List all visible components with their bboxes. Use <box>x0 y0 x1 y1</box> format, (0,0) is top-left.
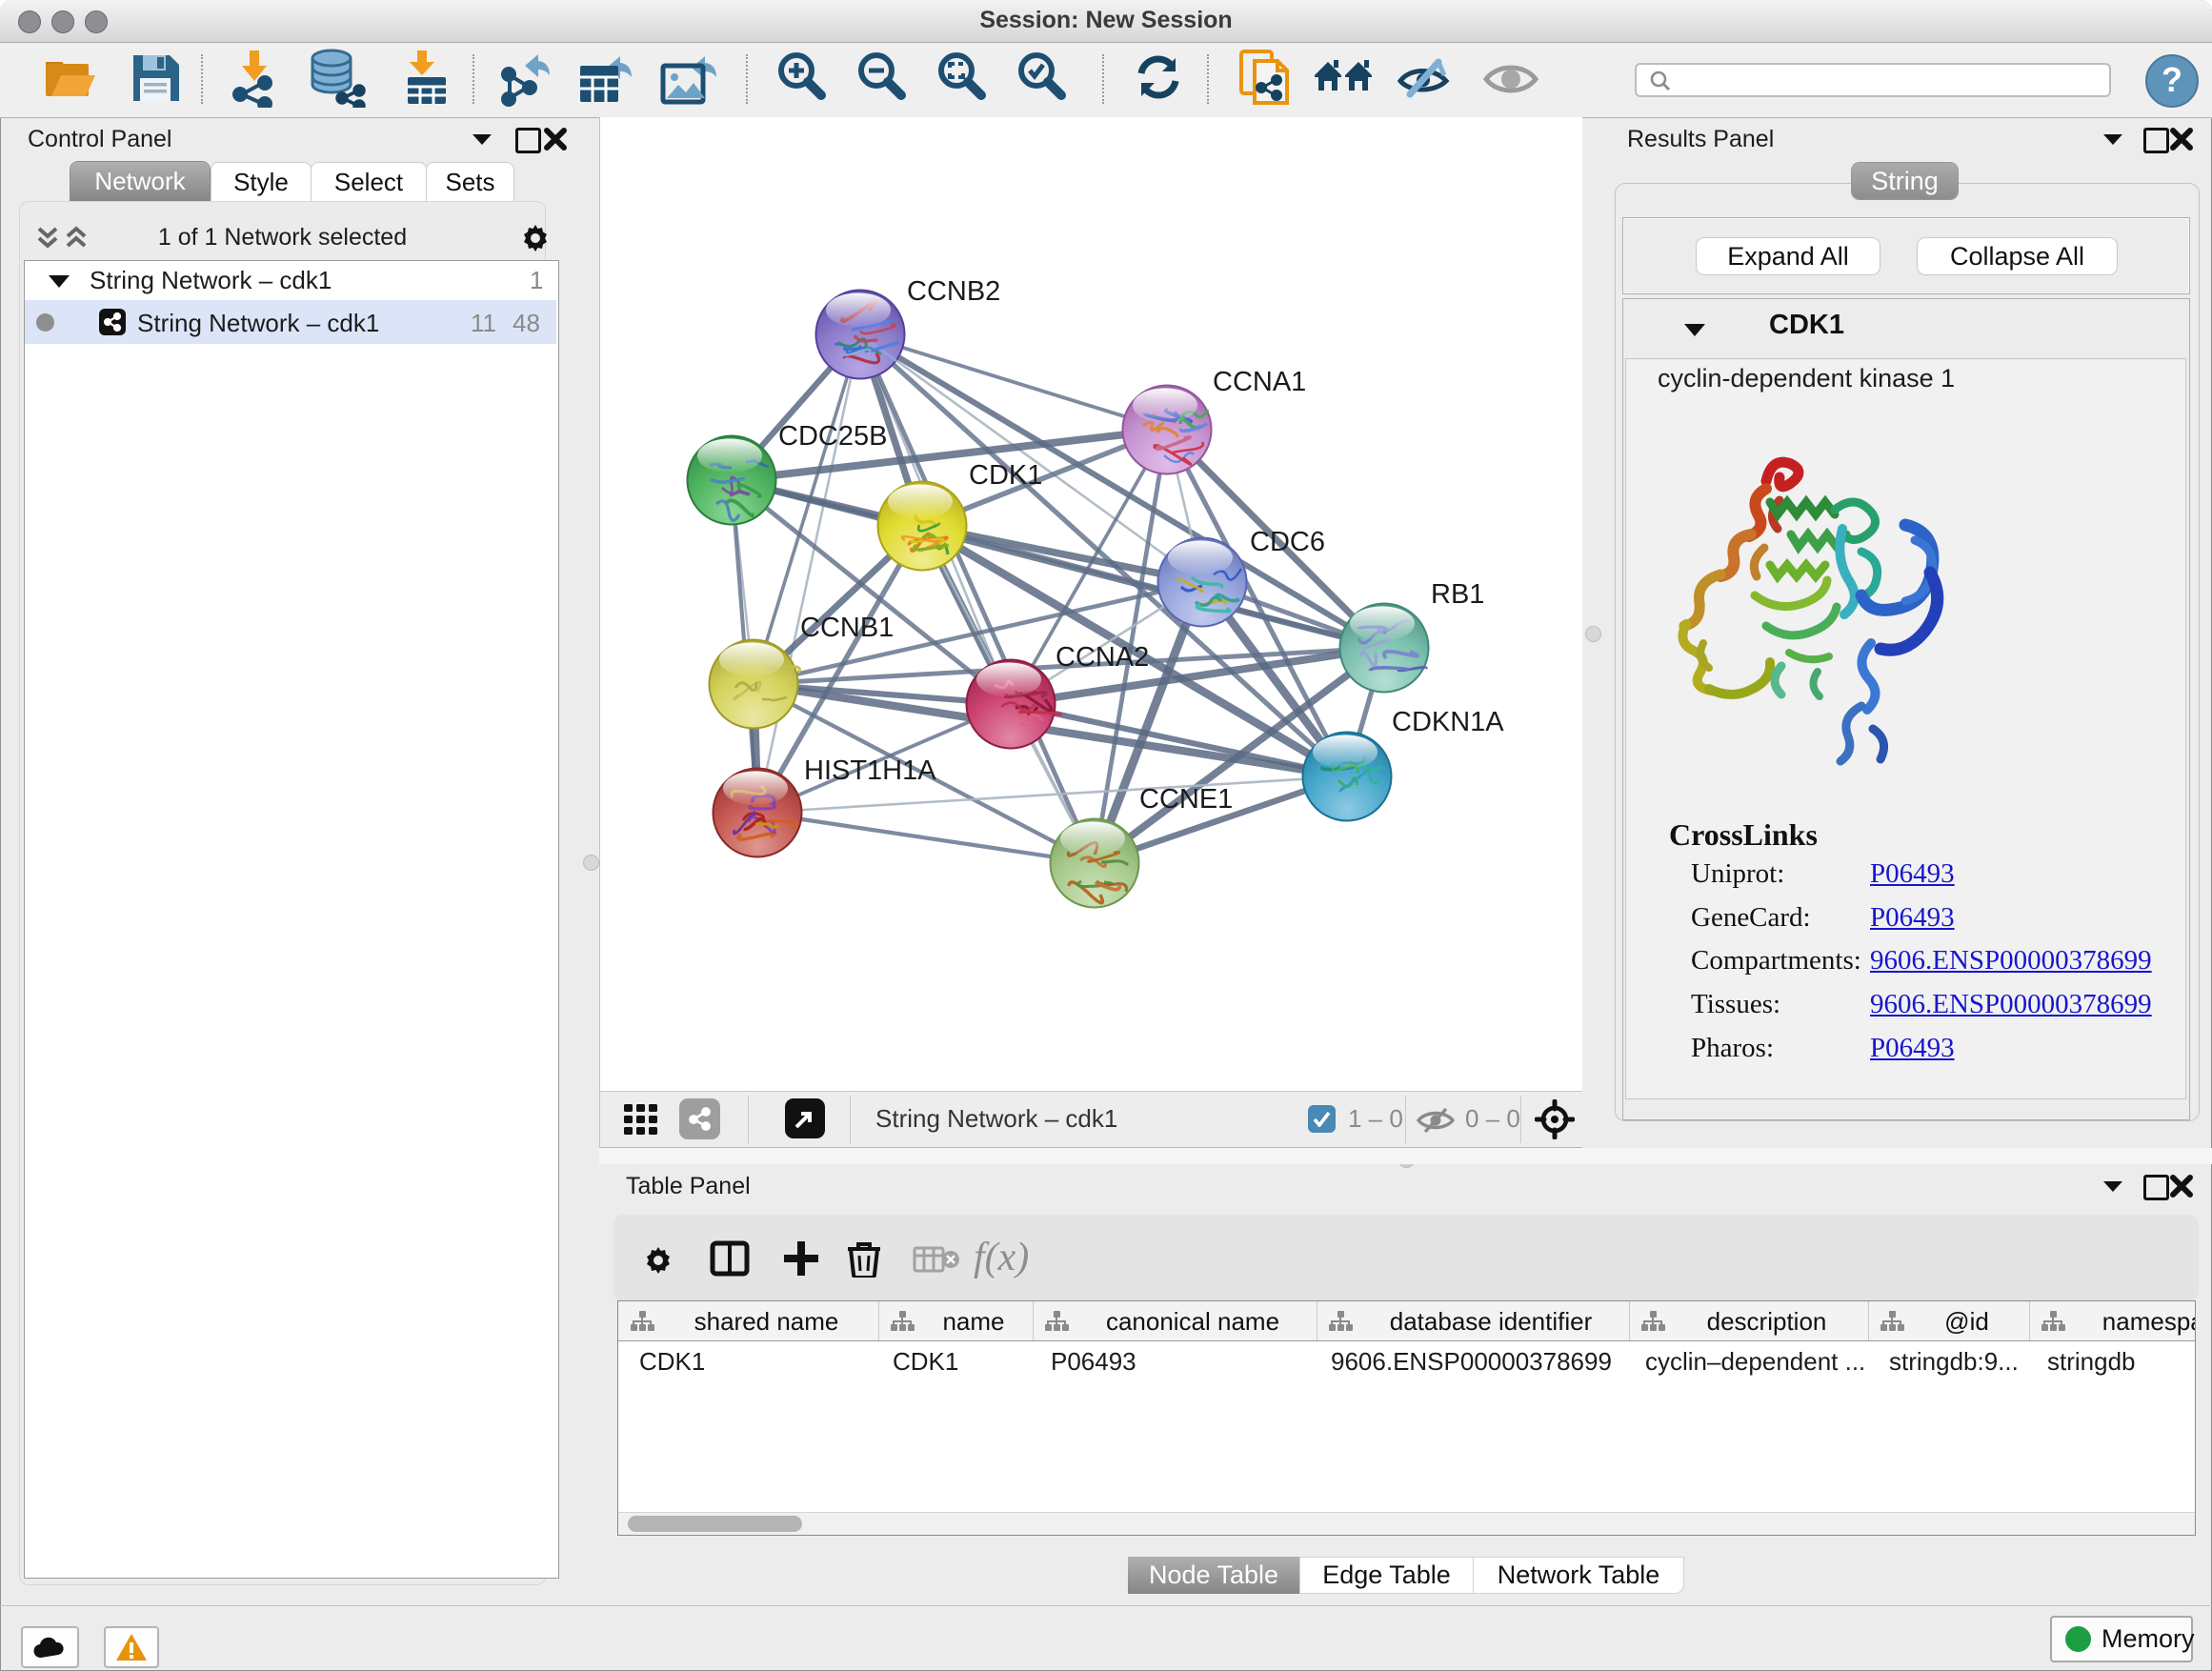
svg-text:CCNA2: CCNA2 <box>1056 642 1149 673</box>
svg-text:CDC6: CDC6 <box>1250 527 1325 557</box>
svg-text:CDKN1A: CDKN1A <box>1392 707 1504 737</box>
svg-text:CCNE1: CCNE1 <box>1139 784 1233 815</box>
svg-text:CCNB1: CCNB1 <box>800 613 894 643</box>
svg-text:CDK1: CDK1 <box>969 460 1042 491</box>
svg-text:RB1: RB1 <box>1431 579 1484 610</box>
svg-text:CDC25B: CDC25B <box>778 421 887 452</box>
svg-text:CCNB2: CCNB2 <box>907 276 1000 307</box>
svg-text:CCNA1: CCNA1 <box>1213 367 1306 397</box>
svg-text:HIST1H1A: HIST1H1A <box>804 755 936 786</box>
